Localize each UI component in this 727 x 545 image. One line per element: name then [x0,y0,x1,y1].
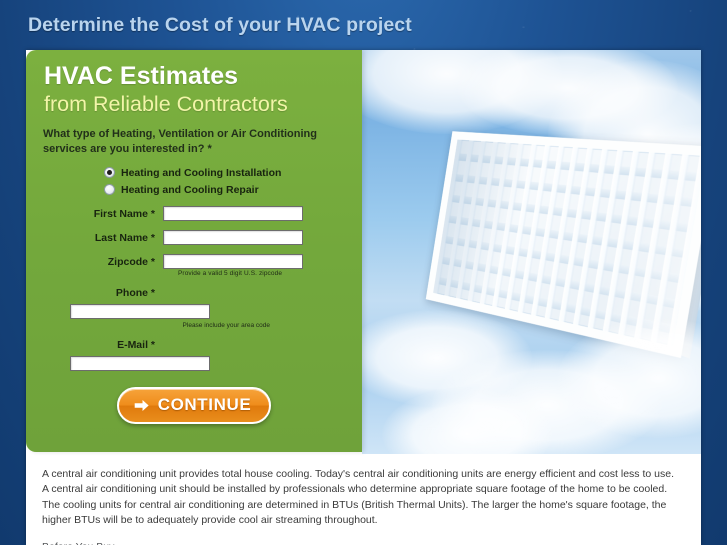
radio-option-repair[interactable]: Heating and Cooling Repair [104,182,362,197]
page-background: Determine the Cost of your HVAC project [0,0,727,545]
radio-repair-label: Heating and Cooling Repair [121,183,259,196]
vent-frame [425,131,701,359]
zipcode-label: Zipcode * [107,255,155,268]
radio-installation-input[interactable] [104,167,115,178]
continue-button-label: CONTINUE [157,395,252,414]
lead-form-panel: HVAC Estimates from Reliable Contractors… [26,50,362,452]
vent-open-sky [433,139,701,347]
arrow-right-icon [134,399,149,411]
vent-side-edge [680,150,701,359]
last-name-row: Last Name * [26,230,362,245]
first-name-row: First Name * [26,206,362,221]
cloud-shape [612,232,701,312]
cloud-shape [362,50,562,134]
form-heading-secondary: from Reliable Contractors [44,92,288,116]
zipcode-hint: Provide a valid 5 digit U.S. zipcode [178,270,283,277]
service-type-question: What type of Heating, Ventilation or Air… [43,128,317,155]
first-name-label: First Name * [93,207,155,220]
last-name-input[interactable] [163,230,303,245]
cloud-shape [382,388,552,454]
hero-section: HVAC Estimates from Reliable Contractors… [26,50,701,454]
vent-horizontal-louvers [433,139,701,347]
cloud-shape [548,60,701,210]
zipcode-input[interactable] [163,254,303,269]
article-subheading: Before You Buy [26,528,701,545]
form-heading: HVAC Estimates from Reliable Contractors [26,50,362,118]
service-type-radio-group[interactable]: Heating and Cooling Installation Heating… [104,165,362,197]
continue-button[interactable]: CONTINUE [116,387,272,424]
phone-label: Phone * [115,287,155,299]
hvac-vent-photo [362,50,701,454]
radio-repair-input[interactable] [104,184,115,195]
vent-vertical-louvers [433,139,701,347]
cloud-shape [458,50,678,136]
page-title: Determine the Cost of your HVAC project [28,13,412,36]
email-input[interactable] [70,356,210,371]
last-name-label: Last Name * [94,231,155,244]
continue-button-wrap: CONTINUE [26,387,362,424]
phone-hint: Please include your area code [182,322,270,329]
phone-input[interactable] [70,304,210,319]
zipcode-row: Zipcode * [26,254,362,269]
cloud-shape [362,310,532,406]
first-name-input[interactable] [163,206,303,221]
form-heading-primary: HVAC Estimates [44,62,239,90]
radio-option-installation[interactable]: Heating and Cooling Installation [104,165,362,180]
cloud-shape [558,318,701,438]
vent-grille [367,131,701,396]
content-sheet: HVAC Estimates from Reliable Contractors… [26,50,701,545]
article-paragraph: A central air conditioning unit provides… [42,468,674,526]
email-label: E-Mail * [117,339,155,351]
radio-installation-label: Heating and Cooling Installation [121,166,282,179]
cloud-shape [432,350,662,454]
vent-shading [433,139,701,347]
page-banner: Determine the Cost of your HVAC project [0,0,727,50]
cloud-shape [612,124,701,254]
